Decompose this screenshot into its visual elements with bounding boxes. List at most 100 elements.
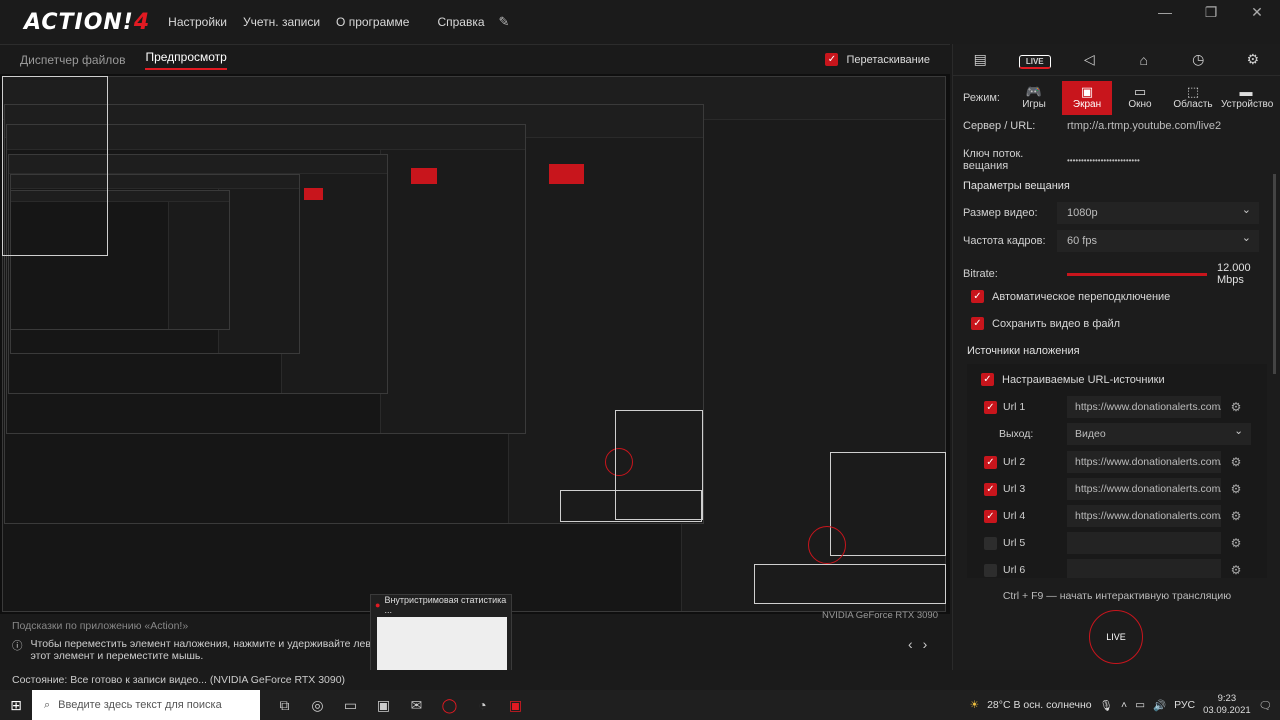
close-button[interactable]: ✕ (1234, 0, 1280, 24)
explorer-icon[interactable]: ▭ (334, 697, 367, 714)
save-to-file-option[interactable]: ✓ Сохранить видео в файл (971, 317, 1120, 330)
url-3-label: Url 3 (1003, 483, 1026, 495)
preview-area[interactable] (0, 74, 950, 614)
tab-preview[interactable]: Предпросмотр (145, 50, 227, 70)
network-icon[interactable]: ▭ (1135, 699, 1145, 711)
edge-icon[interactable]: ◎ (301, 697, 334, 714)
overlay-box-logo[interactable] (2, 76, 108, 256)
url-row-5: Url 5 ⚙ (967, 530, 1267, 556)
url-2-checkbox[interactable]: ✓ (984, 455, 997, 469)
weather-text[interactable]: 28°C В осн. солнечно (987, 699, 1092, 711)
clock-time: 9:23 (1217, 693, 1237, 704)
key-label: Ключ поток. вещания (963, 148, 1024, 172)
camera-icon[interactable]: ⌂ (1117, 52, 1172, 68)
pen-icon[interactable]: ✎ (499, 14, 510, 30)
menu-about[interactable]: О программе (336, 15, 409, 29)
url-2-label: Url 2 (1003, 456, 1026, 468)
save-to-file-checkbox[interactable]: ✓ (971, 317, 984, 330)
overlay-box-widget[interactable] (830, 452, 946, 556)
url-4-gear-icon[interactable]: ⚙ (1221, 509, 1251, 523)
tab-file-manager[interactable]: Диспетчер файлов (20, 53, 125, 67)
overlay-box-goal[interactable] (754, 564, 946, 604)
url-1-field[interactable]: https://www.donationalerts.com/widge... (1067, 396, 1221, 418)
url-1-checkbox[interactable]: ✓ (984, 400, 997, 414)
menu-accounts[interactable]: Учетн. записи (243, 15, 320, 29)
url-1-gear-icon[interactable]: ⚙ (1221, 400, 1251, 414)
drag-toggle[interactable]: ✓ Перетаскивание (825, 53, 930, 66)
mode-window[interactable]: ▭ Окно (1115, 81, 1165, 115)
custom-urls-option[interactable]: ✓ Настраиваемые URL-источники (981, 373, 1165, 386)
gear-icon[interactable]: ⚙ (1226, 51, 1280, 68)
url-5-field[interactable] (1067, 532, 1221, 554)
bitrate-slider[interactable] (1067, 272, 1207, 276)
stream-key-field[interactable]: •••••••••••••••••••••••••• (1057, 156, 1275, 165)
bitrate-row: Bitrate: 12.000 Mbps (953, 262, 1275, 286)
live-hint: Ctrl + F9 — начать интерактивную трансля… (1002, 590, 1232, 602)
url-3-gear-icon[interactable]: ⚙ (1221, 482, 1251, 496)
notifications-icon[interactable]: 🗨 (1259, 699, 1272, 712)
mode-screen[interactable]: ▣ Экран (1062, 81, 1112, 115)
taskbar-search[interactable]: ⌕ Введите здесь текст для поиска (32, 690, 260, 720)
drag-checkbox[interactable]: ✓ (825, 53, 839, 66)
panel-scrollbar[interactable] (1273, 174, 1276, 374)
menu-settings[interactable]: Настройки (168, 15, 227, 29)
mode-device[interactable]: ▬ Устройство (1221, 81, 1273, 115)
action-app-window: ACTION!4 Настройки Учетн. записи О прогр… (0, 0, 1280, 690)
action-app-icon: ● (375, 600, 381, 610)
url-3-field[interactable]: https://www.donationalerts.com/widge... (1067, 478, 1221, 500)
maximize-button[interactable]: ❐ (1188, 0, 1234, 24)
panel-tabs: ▤ LIVE ◁ ⌂ ◷ ⚙ (953, 44, 1280, 76)
mode-games[interactable]: 🎮 Игры (1009, 81, 1059, 115)
preview-nav-arrows[interactable]: ‹› (908, 636, 937, 652)
url-3-checkbox[interactable]: ✓ (984, 482, 997, 496)
action-taskbar-icon[interactable]: ▣ (499, 697, 532, 714)
mail-icon[interactable]: ✉ (400, 697, 433, 714)
url-4-checkbox[interactable]: ✓ (984, 509, 997, 523)
overlays-title: Источники наложения (967, 345, 1080, 357)
fps-select[interactable]: 60 fps (1057, 227, 1259, 252)
custom-urls-checkbox[interactable]: ✓ (981, 373, 994, 386)
video-size-row: Размер видео: 1080p (953, 199, 1275, 224)
url-6-gear-icon[interactable]: ⚙ (1221, 563, 1251, 577)
url-6-label: Url 6 (1003, 564, 1026, 576)
language-indicator[interactable]: РУС (1174, 699, 1195, 711)
url-4-field[interactable]: https://www.donationalerts.com/widge... (1067, 505, 1221, 527)
url-4-label: Url 4 (1003, 510, 1026, 522)
steam-icon[interactable]: ◔ (466, 697, 499, 714)
url-2-gear-icon[interactable]: ⚙ (1221, 455, 1251, 469)
live-button[interactable]: LIVE (1089, 610, 1143, 664)
bitrate-label: Bitrate: (963, 268, 998, 280)
url-5-checkbox[interactable] (984, 536, 997, 550)
system-tray: ☀ 28°C В осн. солнечно 🎙 ˄ ▭ 🔊 РУС 9:23 … (970, 690, 1272, 720)
live-icon[interactable]: LIVE (1008, 51, 1063, 69)
url-6-checkbox[interactable] (984, 563, 997, 577)
auto-reconnect-checkbox[interactable]: ✓ (971, 290, 984, 303)
film-icon[interactable]: ▤ (953, 51, 1008, 68)
overlay-sources-list[interactable]: ✓ Настраиваемые URL-источники ✓ Url 1 ht… (967, 364, 1267, 578)
url-row-3: ✓ Url 3 https://www.donationalerts.com/w… (967, 476, 1267, 502)
left-tabs: Диспетчер файлов Предпросмотр ✓ Перетаск… (0, 44, 950, 74)
windows-start-icon[interactable]: ⊞ (0, 697, 32, 714)
opera-icon[interactable]: ◯ (433, 697, 466, 714)
video-size-select[interactable]: 1080p (1057, 199, 1259, 224)
task-view-icon[interactable]: ⧉ (268, 697, 301, 714)
timer-icon[interactable]: ◷ (1171, 51, 1226, 68)
store-icon[interactable]: ▣ (367, 697, 400, 714)
tray-arrow-icon[interactable]: ˄ (1121, 699, 1127, 711)
menu-help[interactable]: Справка (437, 15, 484, 29)
url-6-field[interactable] (1067, 559, 1221, 578)
clock[interactable]: 9:23 03.09.2021 (1203, 693, 1251, 717)
mode-selector: Режим: 🎮 Игры ▣ Экран ▭ Окно ⬚ Область ▬ Устр… (953, 80, 1280, 116)
speaker-icon[interactable]: ◁ (1062, 51, 1117, 68)
server-label: Сервер / URL: (963, 120, 1036, 132)
auto-reconnect-option[interactable]: ✓ Автоматическое переподключение (971, 290, 1170, 303)
mode-area[interactable]: ⬚ Область (1168, 81, 1218, 115)
minimize-button[interactable]: — (1142, 0, 1188, 24)
server-field[interactable]: rtmp://a.rtmp.youtube.com/live2 (1057, 120, 1275, 132)
save-to-file-label: Сохранить видео в файл (992, 317, 1121, 330)
url-5-gear-icon[interactable]: ⚙ (1221, 536, 1251, 550)
overlay-box-inner-goal[interactable] (560, 490, 702, 522)
url-2-field[interactable]: https://www.donationalerts.com/widge... (1067, 451, 1221, 473)
output-select[interactable]: Видео (1067, 420, 1251, 445)
volume-icon[interactable]: 🔊 (1153, 699, 1166, 712)
